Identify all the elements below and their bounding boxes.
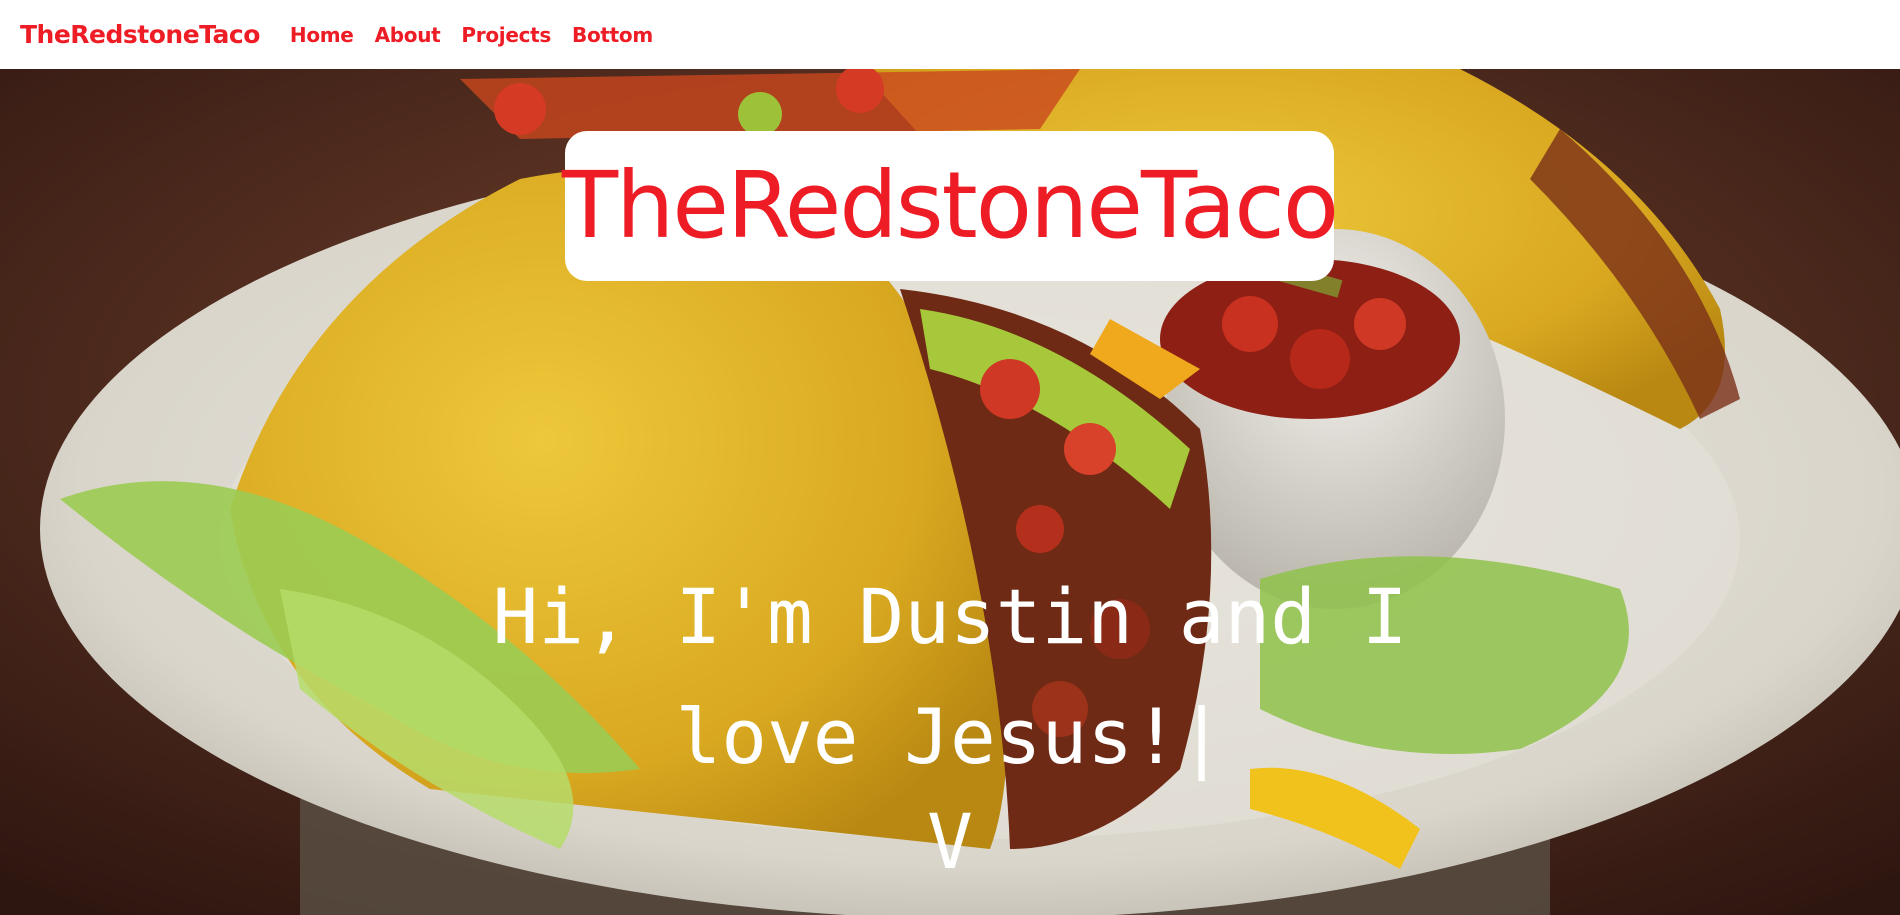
brand-link[interactable]: TheRedstoneTaco bbox=[20, 20, 260, 49]
nav-links: Home About Projects Bottom bbox=[290, 23, 653, 47]
hero-title: TheRedstoneTaco bbox=[561, 152, 1339, 259]
nav-link-home[interactable]: Home bbox=[290, 23, 354, 47]
hero-title-box: TheRedstoneTaco bbox=[561, 131, 1339, 281]
nav-link-about[interactable]: About bbox=[375, 23, 441, 47]
navbar: TheRedstoneTaco Home About Projects Bott… bbox=[0, 0, 1900, 69]
nav-link-projects[interactable]: Projects bbox=[461, 23, 551, 47]
scroll-down-arrow[interactable]: V bbox=[900, 804, 1000, 880]
hero-tagline: Hi, I'm Dustin and I love Jesus!| bbox=[430, 557, 1470, 797]
typing-cursor: | bbox=[1178, 692, 1225, 781]
hero-section: TheRedstoneTaco Hi, I'm Dustin and I lov… bbox=[0, 69, 1900, 915]
nav-link-bottom[interactable]: Bottom bbox=[572, 23, 653, 47]
tagline-text: Hi, I'm Dustin and I love Jesus! bbox=[492, 572, 1408, 781]
